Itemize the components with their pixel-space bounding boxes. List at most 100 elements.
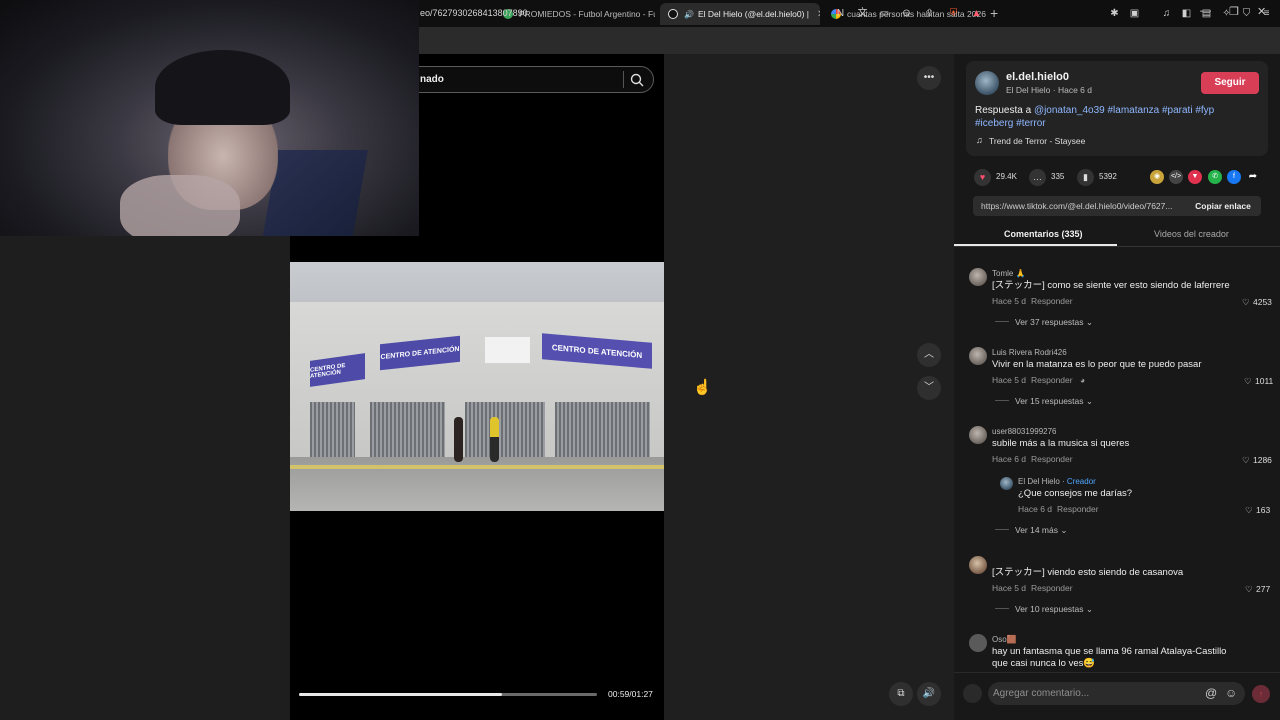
comment-icon[interactable]: … (1029, 169, 1046, 186)
emoji-icon[interactable]: ☺ (1225, 686, 1237, 700)
comment-like-icon[interactable]: ♡ (1245, 505, 1253, 516)
send-comment-button[interactable]: ↑ (1252, 685, 1270, 703)
facebook-icon[interactable]: f (1227, 170, 1241, 184)
video-person (454, 417, 463, 462)
hashtags-line2[interactable]: #iceberg #terror (975, 118, 1046, 129)
sidebar-icon[interactable]: ◧ (1180, 7, 1193, 20)
video-frame: CENTRO DE ATENCIÓN CENTRO DE ATENCIÓN CE… (290, 262, 664, 511)
likes-count: 29.4K (996, 172, 1017, 181)
reply-button[interactable]: Responder (1031, 583, 1073, 593)
whatsapp-icon[interactable]: ✆ (1208, 170, 1222, 184)
comment-like-icon[interactable]: ♡ (1242, 455, 1250, 466)
video-shutter (310, 402, 355, 457)
hashtags-line1[interactable]: #lamatanza #parati #fyp (1108, 105, 1215, 116)
view-replies-button[interactable]: Ver 15 respuestas ⌄ (1015, 396, 1093, 407)
share-link-text[interactable]: https://www.tiktok.com/@el.del.hielo0/vi… (981, 201, 1181, 211)
active-tab-indicator (954, 244, 1117, 246)
view-more-replies-button[interactable]: Ver 14 más ⌄ (1015, 525, 1068, 536)
creator-reply-avatar[interactable] (1000, 477, 1013, 490)
comment-like-icon[interactable]: ♡ (1242, 297, 1250, 308)
cast-icon[interactable]: ▭ (878, 7, 891, 20)
reply-button[interactable]: Responder (1031, 375, 1073, 385)
replies-divider (995, 400, 1009, 401)
embed-code-icon[interactable]: </> (1169, 170, 1183, 184)
saves-count: 5392 (1099, 172, 1117, 181)
search-icon[interactable] (630, 73, 644, 87)
comment-user[interactable]: user88031999276 (992, 427, 1057, 436)
comment-user[interactable]: Luis Rivera Rodri426 (992, 348, 1067, 357)
user-avatar (963, 684, 982, 703)
comment-text: [ステッカー] viendo esto siendo de casanova (992, 567, 1184, 578)
webcam-overlay (0, 0, 419, 236)
tab-tiktok[interactable]: 🔊 El Del Hielo (@el.del.hielo0) | ✕ (660, 3, 820, 25)
comment-avatar[interactable] (969, 268, 987, 286)
comment-like-icon[interactable]: ♡ (1244, 376, 1252, 387)
close-tab-icon[interactable]: ✕ (817, 9, 820, 20)
vpn-icon[interactable]: ⛉ (1240, 7, 1253, 20)
url-field[interactable]: eo/7627930268413807890 (420, 8, 528, 18)
reply-button[interactable]: Responder (1031, 296, 1073, 306)
creator-reply-text: ¿Que consejos me darías? (1018, 488, 1133, 499)
creator-username[interactable]: el.del.hielo0 (1006, 71, 1069, 83)
share-send-icon[interactable]: ▼ (1188, 170, 1202, 184)
new-tab-button[interactable]: + (990, 5, 998, 21)
zoom-icon[interactable]: ⊖ (900, 7, 913, 20)
comment-time: Hace 6 d (992, 454, 1027, 464)
comment-avatar[interactable] (969, 556, 987, 574)
comment-time: Hace 5 d (992, 375, 1027, 385)
comment-user[interactable]: Tomle 🙏 (992, 269, 1026, 278)
tab-creator-videos[interactable]: Videos del creador (1154, 229, 1229, 239)
reply-button[interactable]: Responder (1057, 504, 1099, 514)
share-page-icon[interactable]: ⇪ (923, 7, 936, 20)
comment-like-count: 163 (1256, 505, 1271, 515)
creator-avatar[interactable] (975, 71, 999, 95)
previous-video-button[interactable]: ︿ (917, 343, 941, 367)
translate-icon[interactable]: 文 (856, 7, 869, 20)
video-shutter (370, 402, 445, 457)
share-arrow-icon[interactable]: ➦ (1246, 170, 1260, 184)
extensions-icon[interactable]: ✱ (1108, 7, 1121, 20)
like-icon[interactable]: ♥ (974, 169, 991, 186)
comment-text-line1: hay un fantasma que se llama 96 ramal At… (992, 646, 1227, 657)
next-video-button[interactable]: ﹀ (917, 376, 941, 400)
comment-user[interactable]: Oso🟫 (992, 635, 1017, 644)
comment-avatar[interactable] (969, 426, 987, 444)
copy-link-button[interactable]: Copiar enlace (1185, 196, 1261, 216)
follow-button[interactable]: Seguir (1201, 72, 1259, 94)
media-icon[interactable]: ♫ (1160, 7, 1173, 20)
leo-icon[interactable]: ✧ (1220, 7, 1233, 20)
wallet-icon[interactable]: ▤ (1200, 7, 1213, 20)
reply-button[interactable]: Responder (1031, 454, 1073, 464)
brave-rewards-icon[interactable]: ▲ (970, 7, 983, 20)
music-title[interactable]: Trend de Terror - Staysee (989, 136, 1085, 146)
replies-divider (995, 321, 1009, 322)
menu-icon[interactable]: ≡ (1260, 7, 1273, 20)
creator-liked-icon: ◕ (1080, 375, 1086, 385)
tab-comments[interactable]: Comentarios (335) (1004, 229, 1083, 239)
pip-icon[interactable]: ⧉ (889, 682, 913, 706)
chevron-down-icon: ⌄ (1085, 317, 1094, 327)
mention-link[interactable]: @jonatan_4o39 (1034, 105, 1105, 116)
comment-avatar[interactable] (969, 347, 987, 365)
creator-reply-user[interactable]: El Del Hielo · Creador (1018, 477, 1096, 486)
volume-icon[interactable]: 🔊 (917, 682, 941, 706)
banner-text: CENTRO DE ATENCIÓN (310, 362, 346, 380)
comment-avatar[interactable] (969, 634, 987, 652)
view-replies-button[interactable]: Ver 10 respuestas ⌄ (1015, 604, 1093, 615)
reader-icon[interactable]: N (834, 7, 847, 20)
brave-shield-icon[interactable]: ⛨ (947, 7, 960, 20)
video-person (490, 417, 499, 462)
bookmark-icon[interactable]: ▮ (1077, 169, 1094, 186)
share-friends-icon[interactable]: ◉ (1150, 170, 1164, 184)
more-options-icon[interactable]: ••• (917, 66, 941, 90)
mention-icon[interactable]: @ (1205, 686, 1217, 700)
search-text: nado (420, 74, 444, 85)
tab-search-icon[interactable]: ▣ (1128, 7, 1141, 20)
comment-like-icon[interactable]: ♡ (1245, 584, 1253, 595)
comment-text-line2: que casi nunca lo ves😅 (992, 658, 1096, 669)
banner-text: CENTRO DE ATENCIÓN (551, 342, 643, 360)
view-replies-button[interactable]: Ver 37 respuestas ⌄ (1015, 317, 1093, 328)
video-progress-bar[interactable] (299, 693, 597, 696)
comments-count: 335 (1051, 172, 1065, 181)
speaker-icon: 🔊 (684, 9, 694, 19)
